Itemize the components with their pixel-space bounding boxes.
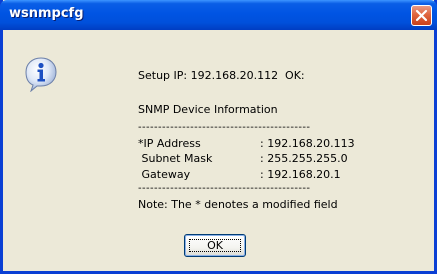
separator-top: ----------------------------------------… — [138, 122, 311, 133]
focus-rectangle — [189, 239, 241, 252]
subnet-mask-label: Subnet Mask — [138, 152, 213, 165]
subnet-mask-value: : 255.255.255.0 — [260, 152, 348, 165]
window-title: wsnmpcfg — [9, 6, 84, 21]
gateway-label: Gateway — [138, 168, 191, 181]
title-bar[interactable]: wsnmpcfg — [0, 0, 437, 30]
message-dialog: wsnmpcfg Setup IP: 192.168.20.112 OK: SN… — [0, 0, 437, 274]
ip-address-label: *IP Address — [138, 137, 201, 150]
information-balloon-icon — [25, 57, 57, 92]
separator-bottom: ----------------------------------------… — [138, 183, 311, 194]
note-text: Note: The * denotes a modified field — [138, 198, 338, 211]
close-icon — [415, 9, 428, 22]
section-title: SNMP Device Information — [138, 103, 278, 116]
gateway-value: : 192.168.20.1 — [260, 168, 341, 181]
ip-address-value: : 192.168.20.113 — [260, 137, 355, 150]
ok-button[interactable]: OK — [184, 234, 246, 257]
setup-ip-text: Setup IP: 192.168.20.112 OK: — [138, 69, 305, 82]
close-button[interactable] — [411, 5, 432, 26]
